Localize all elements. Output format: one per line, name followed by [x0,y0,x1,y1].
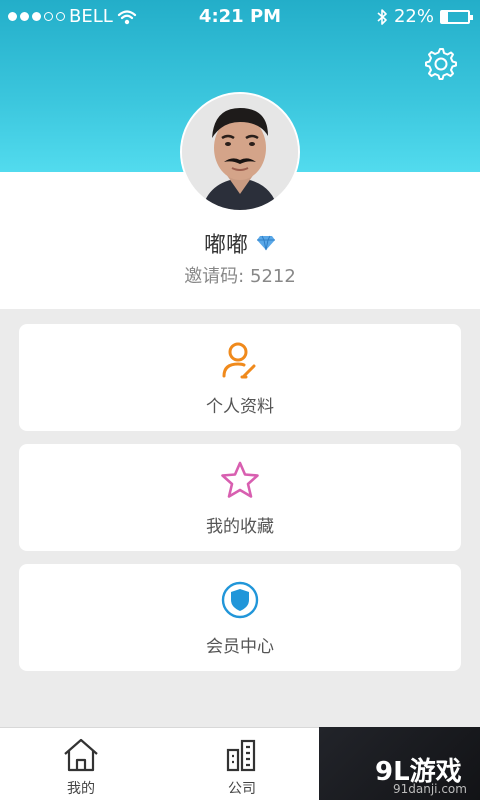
status-right: 22% [376,6,473,27]
invite-code: 邀请码: 5212 [0,262,480,288]
menu-label: 我的收藏 [206,517,274,537]
building-icon [226,739,256,772]
watermark-url: 91danji.com [393,782,467,796]
tab-mine[interactable]: 我的 [31,728,131,800]
menu-card-profile[interactable]: 个人资料 [19,324,461,431]
invite-value: 5212 [250,266,296,287]
diamond-icon [257,235,275,251]
battery-percent: 22% [393,6,434,27]
gear-icon[interactable] [423,46,457,80]
username-row: 嘟嘟 [0,227,480,259]
avatar-image [182,94,298,210]
user-edit-icon [222,342,256,379]
invite-label: 邀请码: [184,266,245,287]
tab-label: 我的 [67,781,95,797]
menu-card-membership[interactable]: 会员中心 [19,564,461,671]
menu-card-favorites[interactable]: 我的收藏 [19,444,461,551]
bluetooth-icon [377,8,387,25]
menu-label: 个人资料 [206,397,274,417]
tab-label: 公司 [228,781,256,797]
watermark-logo: 9L游戏 91danji.com [319,727,480,800]
battery-icon [440,9,473,24]
shield-icon [221,581,259,619]
status-bar: BELL 4:21 PM 22% [0,0,480,32]
battery-level [442,11,448,22]
tab-company[interactable]: 公司 [192,728,292,800]
username: 嘟嘟 [203,233,248,258]
home-icon [64,738,98,772]
star-icon [221,461,259,498]
menu-label: 会员中心 [206,637,274,657]
avatar[interactable] [180,92,300,212]
